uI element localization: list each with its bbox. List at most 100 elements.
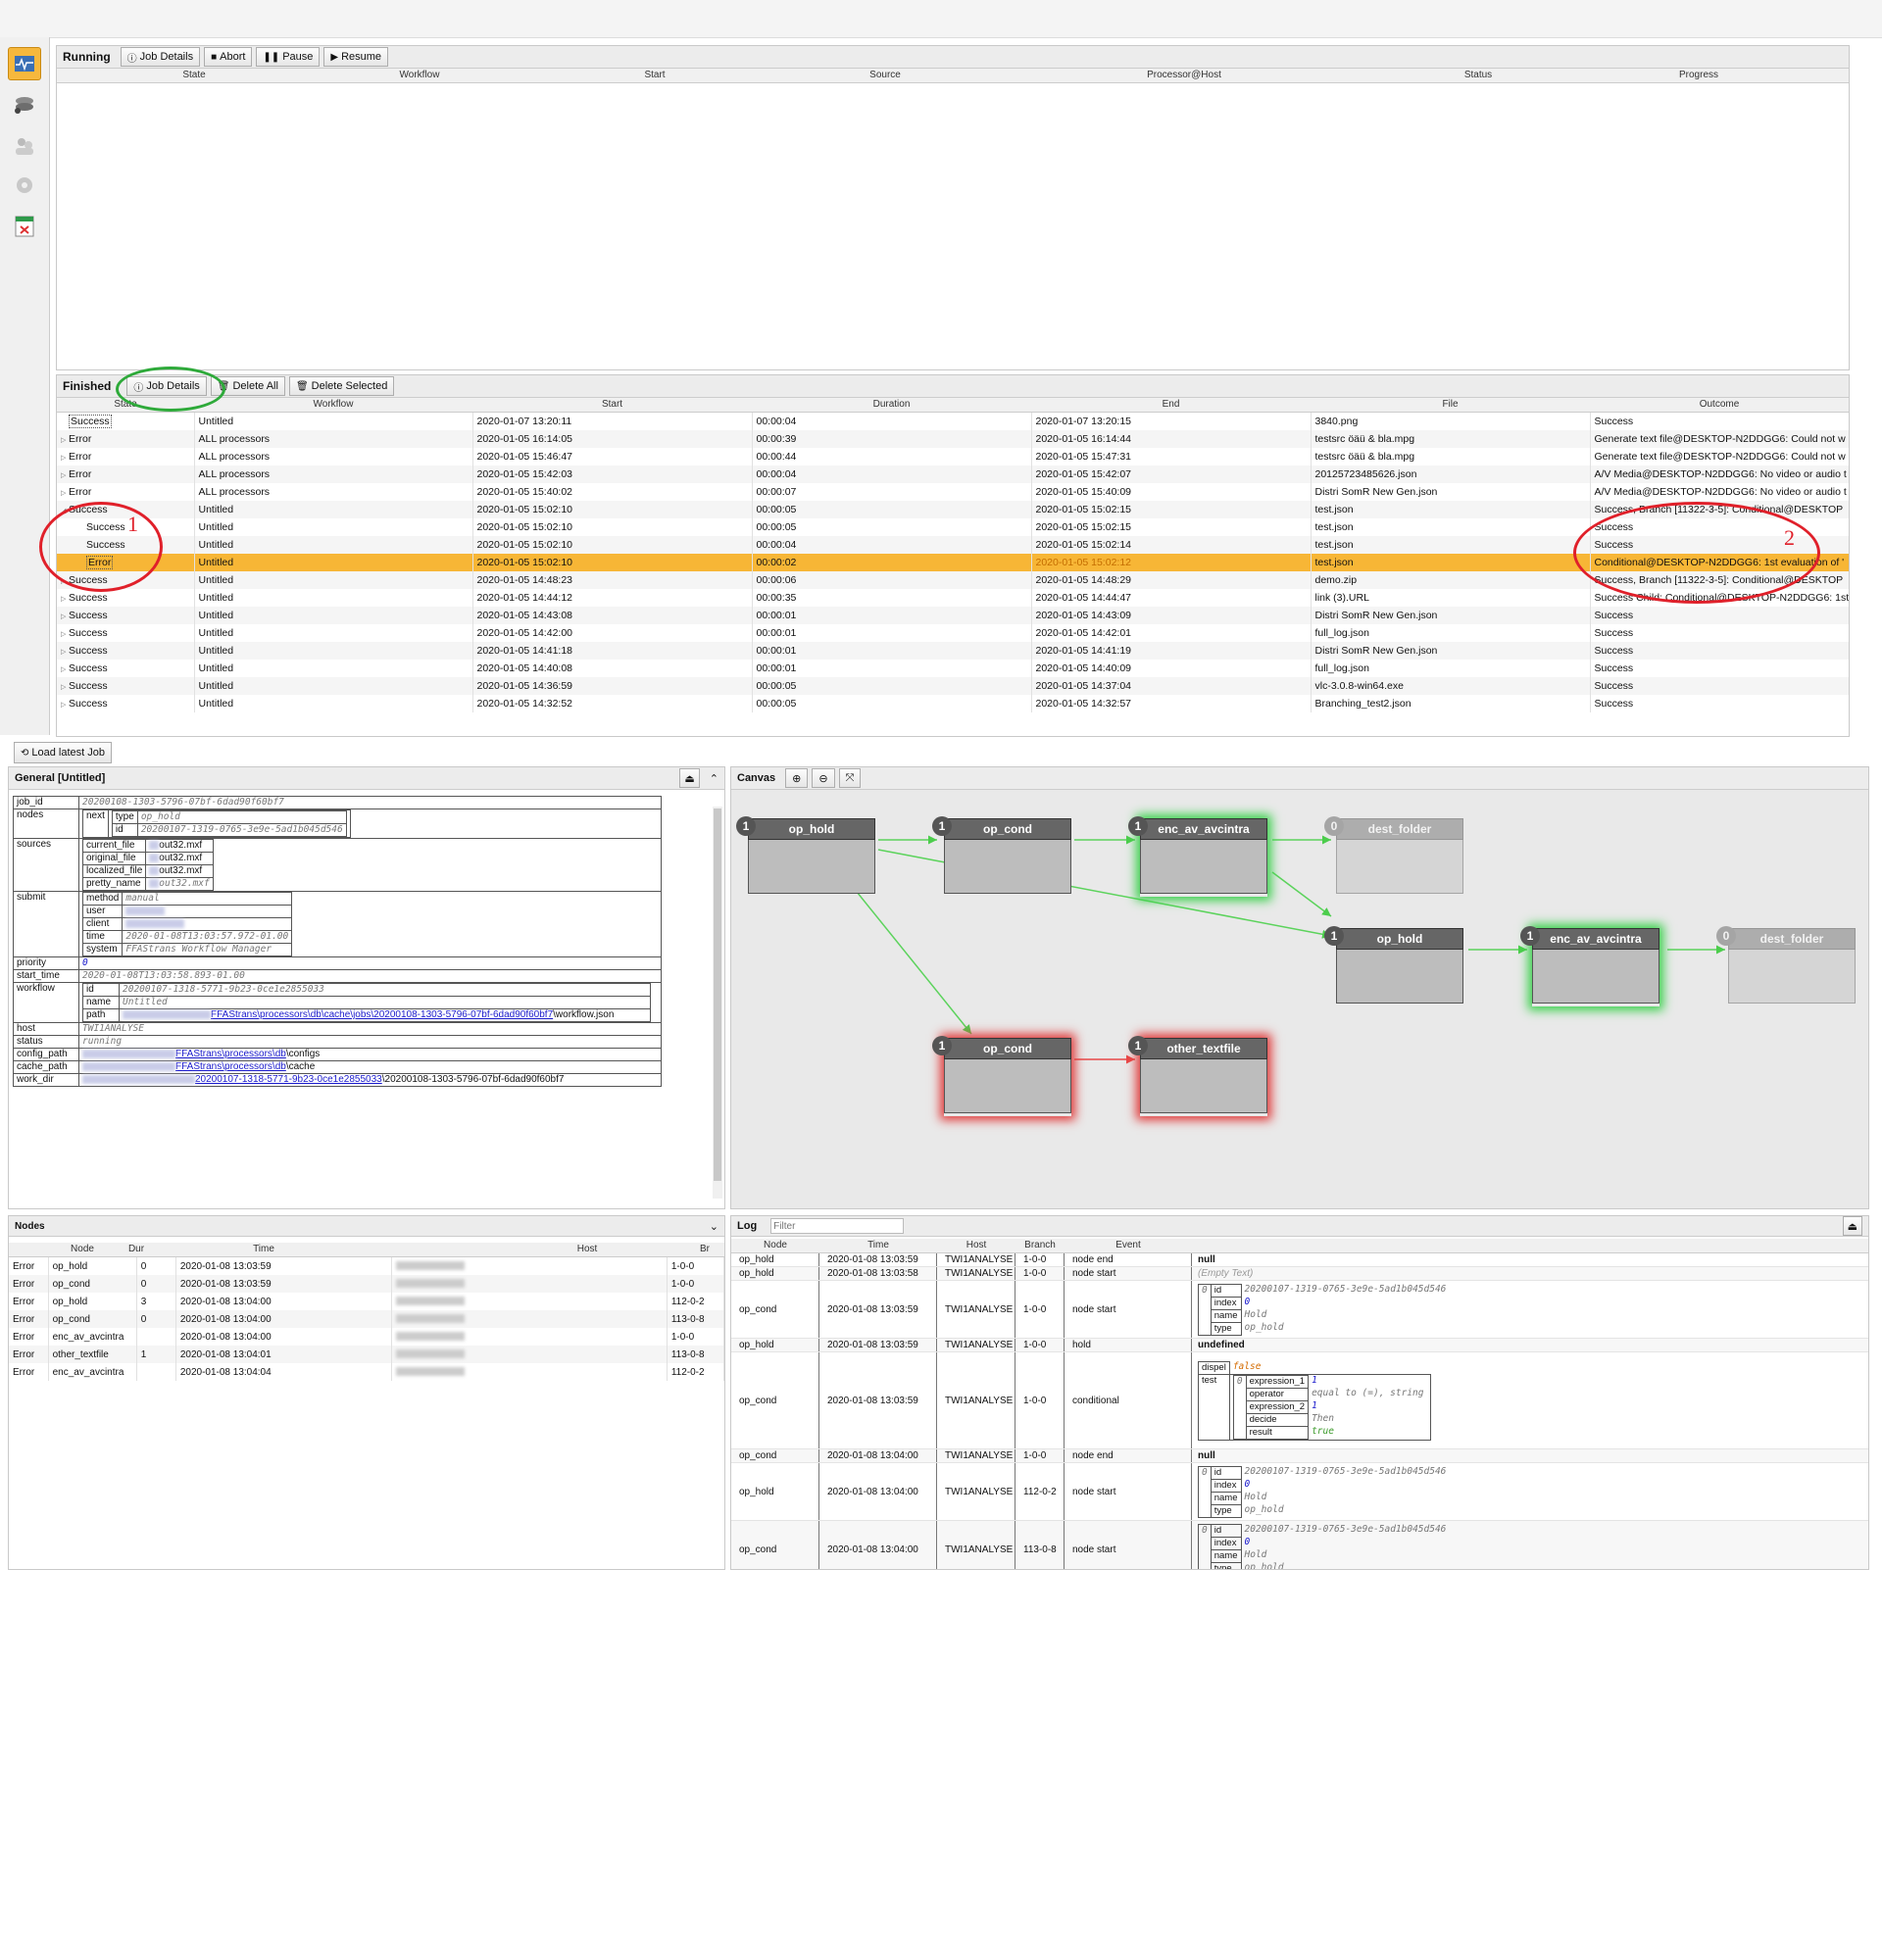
workflow-node-op-hold[interactable]: 1 op_hold — [736, 816, 875, 897]
eject-icon[interactable]: ⏏ — [1842, 1216, 1862, 1236]
workflow-node-dest-folder[interactable]: 0 dest_folder — [1716, 926, 1856, 1006]
table-row[interactable]: ▷ Error ALL processors 2020-01-05 15:42:03 0… — [57, 466, 1849, 483]
workflow-node-op-cond[interactable]: 1 op_cond — [932, 816, 1071, 897]
cache-path-link[interactable]: FFAStrans\processors\db — [175, 1061, 286, 1072]
workflow-node-enc-av-avcintra[interactable]: 1 enc_av_avcintra — [1128, 816, 1267, 897]
workflow-node-other-textfile[interactable]: 1 other_textfile — [1128, 1036, 1267, 1116]
general-scrollbar[interactable] — [713, 807, 722, 1199]
expand-toggle-icon[interactable]: ▷ — [61, 683, 69, 691]
cell-state: ▷ Success — [57, 589, 195, 607]
table-row[interactable]: Error op_hold 3 2020-01-08 13:04:00 112-0-2 — [9, 1293, 725, 1310]
zoom-in-icon[interactable]: ⊕ — [785, 768, 809, 788]
table-row[interactable]: ▷ Success Untitled 2020-01-05 14:36:59 00:00… — [57, 677, 1849, 695]
table-row[interactable]: ▷ Success Untitled 2020-01-05 14:32:52 00:00… — [57, 695, 1849, 712]
expand-toggle-icon[interactable]: ▷ — [61, 471, 69, 479]
expand-toggle-icon[interactable]: ▷ — [61, 630, 69, 638]
column-workflow[interactable]: Workflow — [331, 69, 508, 82]
expand-toggle-icon[interactable]: ▷ — [61, 701, 69, 709]
cell-workflow: Untitled — [194, 677, 473, 695]
log-row[interactable]: op_cond 2020-01-08 13:04:00 TWI1ANALYSE 113… — [731, 1521, 1868, 1569]
finished-column-header: State Workflow Start Duration End File O… — [57, 398, 1849, 413]
column-source[interactable]: Source — [802, 69, 968, 82]
column-start[interactable]: Start — [508, 69, 802, 82]
table-row[interactable]: ▷ Error ALL processors 2020-01-05 16:14:05 0… — [57, 430, 1849, 448]
table-row[interactable]: ▷ Success Untitled 2020-01-05 14:44:12 00:00… — [57, 589, 1849, 607]
work-dir-link[interactable]: 20200107-1318-5771-9b23-0ce1e2855033 — [195, 1074, 382, 1085]
workflow-path-link[interactable]: FFAStrans\processors\db\cache\jobs\20200… — [211, 1009, 553, 1020]
column-end[interactable]: End — [1031, 398, 1311, 412]
table-row[interactable]: ◢ Success Untitled 2020-01-05 15:02:10 00:00… — [57, 501, 1849, 518]
column-outcome[interactable]: Outcome — [1590, 398, 1849, 412]
fit-view-icon[interactable]: ⤧ — [838, 768, 862, 788]
log-filter-input[interactable] — [770, 1218, 905, 1234]
expand-toggle-icon[interactable]: ▷ — [61, 612, 69, 620]
column-processor-host[interactable]: Processor@Host — [968, 69, 1400, 82]
log-row[interactable]: op_hold 2020-01-08 13:03:59 TWI1ANALYSE 1-0… — [731, 1253, 1868, 1267]
delete-selected-button[interactable]: 🗑 Delete Selected — [288, 376, 395, 396]
column-state[interactable]: State — [57, 69, 331, 82]
table-row[interactable]: Error enc_av_avcintra 2020-01-08 13:04:04 1… — [9, 1363, 725, 1381]
statistics-icon[interactable] — [8, 210, 41, 243]
expand-toggle-icon[interactable]: ▷ — [61, 454, 69, 462]
zoom-out-icon[interactable]: ⊖ — [812, 768, 835, 788]
column-workflow[interactable]: Workflow — [194, 398, 472, 412]
cell-branch: 1-0-0 — [1015, 1339, 1065, 1351]
collapse-icon[interactable]: ⌃ — [710, 772, 718, 785]
table-row[interactable]: Success Untitled 2020-01-05 15:02:10 00:00:… — [57, 518, 1849, 536]
column-progress[interactable]: Progress — [1557, 69, 1841, 82]
table-row[interactable]: Error enc_av_avcintra 2020-01-08 13:04:00 1… — [9, 1328, 725, 1346]
log-row[interactable]: op_cond 2020-01-08 13:03:59 TWI1ANALYSE 1-0… — [731, 1281, 1868, 1339]
monitor-icon[interactable] — [8, 47, 41, 80]
expand-toggle-icon[interactable]: ▷ — [61, 665, 69, 673]
table-row[interactable]: ▷ Error ALL processors 2020-01-05 15:40:02 0… — [57, 483, 1849, 501]
table-row[interactable]: ▷ Success Untitled 2020-01-05 14:41:18 00:00… — [57, 642, 1849, 660]
node-body — [1532, 950, 1659, 1004]
abort-button[interactable]: ■ Abort — [204, 47, 253, 67]
chevron-down-icon[interactable]: ⌄ — [710, 1220, 718, 1233]
cell-event: node start — [1065, 1281, 1192, 1338]
workflow-node-enc-av-avcintra[interactable]: 1 enc_av_avcintra — [1520, 926, 1659, 1006]
expand-toggle-icon[interactable]: ▷ — [61, 648, 69, 656]
column-file[interactable]: File — [1311, 398, 1590, 412]
column-duration[interactable]: Duration — [752, 398, 1031, 412]
table-row[interactable]: ▷ Success Untitled 2020-01-05 14:42:00 00:00… — [57, 624, 1849, 642]
column-start[interactable]: Start — [472, 398, 752, 412]
users-icon[interactable] — [8, 129, 41, 163]
workflow-node-op-hold[interactable]: 1 op_hold — [1324, 926, 1463, 1006]
column-status[interactable]: Status — [1400, 69, 1557, 82]
workflow-node-op-cond[interactable]: 1 op_cond — [932, 1036, 1071, 1116]
submit-key: user — [81, 905, 124, 918]
pause-button[interactable]: ❚❚ Pause — [256, 47, 321, 67]
expand-toggle-icon[interactable]: ▷ — [61, 436, 69, 444]
log-detail: 0 id 20200107-1319-0765-3e9e-5ad1b045d546 i… — [1192, 1465, 1450, 1518]
table-row[interactable]: ▷ Success Untitled 2020-01-05 14:43:08 00:00… — [57, 607, 1849, 624]
scrollbar-thumb[interactable] — [714, 808, 721, 1181]
nodes-toolbar: Nodes ⌄ — [9, 1216, 724, 1237]
table-row[interactable]: Error op_cond 0 2020-01-08 13:04:00 113-0-8 — [9, 1310, 725, 1328]
expand-toggle-icon[interactable]: ▷ — [61, 595, 69, 603]
settings-icon[interactable] — [8, 169, 41, 202]
log-row[interactable]: op_hold 2020-01-08 13:03:58 TWI1ANALYSE 1-0… — [731, 1267, 1868, 1281]
config-path-link[interactable]: FFAStrans\processors\db — [175, 1049, 286, 1059]
log-row[interactable]: op_hold 2020-01-08 13:04:00 TWI1ANALYSE 112… — [731, 1463, 1868, 1521]
table-row[interactable]: ▷ Success Untitled 2020-01-05 14:48:23 00:00… — [57, 571, 1849, 589]
cell-outcome: Success — [1590, 660, 1849, 677]
expand-toggle-icon[interactable]: ▷ — [61, 489, 69, 497]
workflow-node-dest-folder[interactable]: 0 dest_folder — [1324, 816, 1463, 897]
eject-icon[interactable]: ⏏ — [679, 768, 700, 788]
top-strip — [0, 0, 1882, 38]
load-latest-job-button[interactable]: ⟲ Load latest Job — [14, 742, 113, 763]
running-job-details-button[interactable]: ⓘ Job Details — [120, 47, 201, 67]
table-row[interactable]: Success Untitled 2020-01-07 13:20:11 00:00:… — [57, 413, 1849, 430]
log-row[interactable]: op_hold 2020-01-08 13:03:59 TWI1ANALYSE 1-0… — [731, 1339, 1868, 1352]
log-row[interactable]: op_cond 2020-01-08 13:04:00 TWI1ANALYSE 1-0… — [731, 1449, 1868, 1463]
table-row[interactable]: ▷ Error ALL processors 2020-01-05 15:46:47 0… — [57, 448, 1849, 466]
table-row[interactable]: Error op_cond 0 2020-01-08 13:03:59 1-0-0 — [9, 1275, 725, 1293]
table-row[interactable]: ▷ Success Untitled 2020-01-05 14:40:08 00:00… — [57, 660, 1849, 677]
table-row[interactable]: Error other_textfile 1 2020-01-08 13:04:01 1… — [9, 1346, 725, 1363]
table-row[interactable]: Error op_hold 0 2020-01-08 13:03:59 1-0-0 — [9, 1257, 725, 1275]
resume-button[interactable]: ▶ Resume — [323, 47, 389, 67]
cell-host: TWI1ANALYSE — [937, 1281, 1015, 1338]
log-row[interactable]: op_cond 2020-01-08 13:03:59 TWI1ANALYSE 1-0… — [731, 1352, 1868, 1449]
workflow-icon[interactable] — [8, 88, 41, 122]
